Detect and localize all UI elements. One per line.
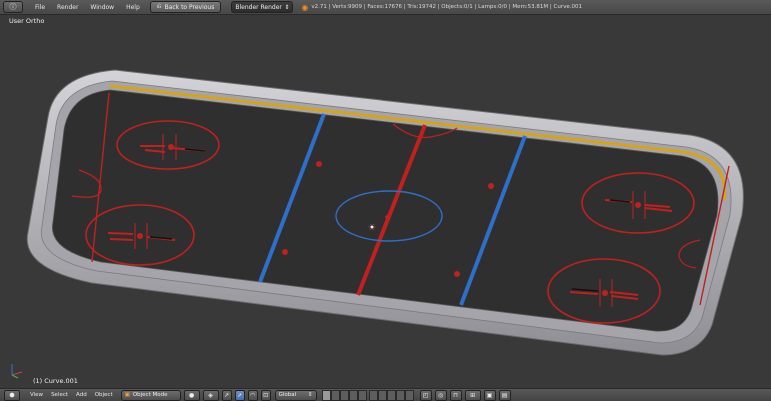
render-engine-select[interactable]: Blender Render ⇕ <box>231 1 294 13</box>
interaction-mode-select[interactable]: ▣ Object Mode <box>120 389 181 401</box>
3d-viewport[interactable] <box>0 15 771 388</box>
rotate-manipulator[interactable]: ◠ <box>247 389 258 401</box>
neutral-dot-3 <box>282 249 288 255</box>
back-icon: ⎌ <box>156 3 162 10</box>
layer-6[interactable] <box>368 389 378 401</box>
layer-1[interactable] <box>321 389 331 401</box>
scale-manipulator[interactable]: ⊡ <box>260 389 271 401</box>
rink-floor <box>52 89 719 332</box>
render-engine-label: Blender Render <box>235 3 282 11</box>
layer-3[interactable] <box>339 389 349 401</box>
dropdown-arrows-icon: ⇕ <box>284 3 290 11</box>
menu-object[interactable]: Object <box>95 392 113 398</box>
view-name: User Ortho <box>9 17 45 25</box>
layer-8[interactable] <box>386 389 396 401</box>
solid-shading-icon: ● <box>188 391 195 399</box>
translate-manipulator[interactable]: ➚ <box>234 389 245 401</box>
menu-window[interactable]: Window <box>90 4 114 11</box>
proportional-edit-button[interactable]: ◎ <box>434 389 447 401</box>
proportional-icon: ◎ <box>437 391 444 399</box>
rink-scene <box>26 69 744 356</box>
rotate-icon: ◠ <box>249 391 256 399</box>
layer-4[interactable] <box>348 389 358 401</box>
layer-9[interactable] <box>395 389 405 401</box>
lock-icon: ◰ <box>422 391 429 399</box>
render-opengl-button[interactable]: ▣ <box>483 389 496 401</box>
lock-camera-button[interactable]: ◰ <box>419 389 432 401</box>
menu-render[interactable]: Render <box>57 4 78 11</box>
render-animation-button[interactable]: ▤ <box>498 389 511 401</box>
editor-type-3d-button[interactable]: ⬢ <box>4 389 20 401</box>
arrow-icon: ➚ <box>237 391 243 399</box>
viewport-shading-button[interactable]: ● <box>183 389 200 401</box>
center-faceoff-dot <box>385 215 389 219</box>
active-object-name: (1) Curve.001 <box>33 377 78 385</box>
object-mode-icon: ▣ <box>124 392 130 398</box>
neutral-dot-4 <box>454 271 460 277</box>
film-icon: ▤ <box>501 391 508 399</box>
snap-toggle[interactable]: ⊓ <box>449 389 462 401</box>
3d-view-header: ⬢ View Select Add Object ▣ Object Mode ●… <box>0 388 771 401</box>
layer-5[interactable] <box>357 389 367 401</box>
3d-view-icon: ⬢ <box>9 391 15 399</box>
neutral-dot-1 <box>316 161 322 167</box>
menu-add[interactable]: Add <box>76 392 87 398</box>
scene-stats: ◉ v2.71 | Verts:9909 | Faces:17676 | Tri… <box>301 3 582 12</box>
snap-element-select[interactable]: ⊞ <box>464 389 481 401</box>
layer-10[interactable] <box>404 389 414 401</box>
magnet-icon: ⊓ <box>453 391 458 399</box>
manipulator-icon: ↗ <box>224 391 230 399</box>
menu-help[interactable]: Help <box>126 4 140 11</box>
manipulator-toggle[interactable]: ↗ <box>221 389 232 401</box>
main-menu: File Render Window Help <box>29 4 146 11</box>
pivot-point-button[interactable]: ◈ <box>202 389 219 401</box>
back-to-previous-label: Back to Previous <box>164 3 215 11</box>
view-menu-bar: View Select Add Object <box>26 392 117 398</box>
pivot-icon: ◈ <box>208 391 213 399</box>
neutral-dot-2 <box>488 183 494 189</box>
layer-7[interactable] <box>377 389 387 401</box>
back-to-previous-button[interactable]: ⎌ Back to Previous <box>149 1 222 13</box>
info-header: ⓘ File Render Window Help ⎌ Back to Prev… <box>0 0 771 15</box>
dropdown-arrows-icon: ⇕ <box>308 392 313 398</box>
camera-icon: ▣ <box>486 391 493 399</box>
axis-gizmo <box>11 364 23 379</box>
menu-view[interactable]: View <box>30 392 43 398</box>
snap-increment-icon: ⊞ <box>470 391 476 399</box>
menu-file[interactable]: File <box>35 4 45 11</box>
menu-select[interactable]: Select <box>51 392 68 398</box>
scale-icon: ⊡ <box>263 391 269 399</box>
editor-type-button[interactable]: ⓘ <box>3 1 23 13</box>
transform-orientation-select[interactable]: Global ⇕ <box>274 389 317 401</box>
orientation-label: Global <box>278 392 297 398</box>
object-mode-label: Object Mode <box>132 392 168 398</box>
blender-logo-icon: ◉ <box>301 2 309 12</box>
info-editor-icon: ⓘ <box>9 3 17 11</box>
scene-stats-text: v2.71 | Verts:9909 | Faces:17676 | Tris:… <box>311 4 582 10</box>
center-dot <box>370 225 374 229</box>
layer-buttons <box>321 389 414 401</box>
layer-2[interactable] <box>330 389 340 401</box>
